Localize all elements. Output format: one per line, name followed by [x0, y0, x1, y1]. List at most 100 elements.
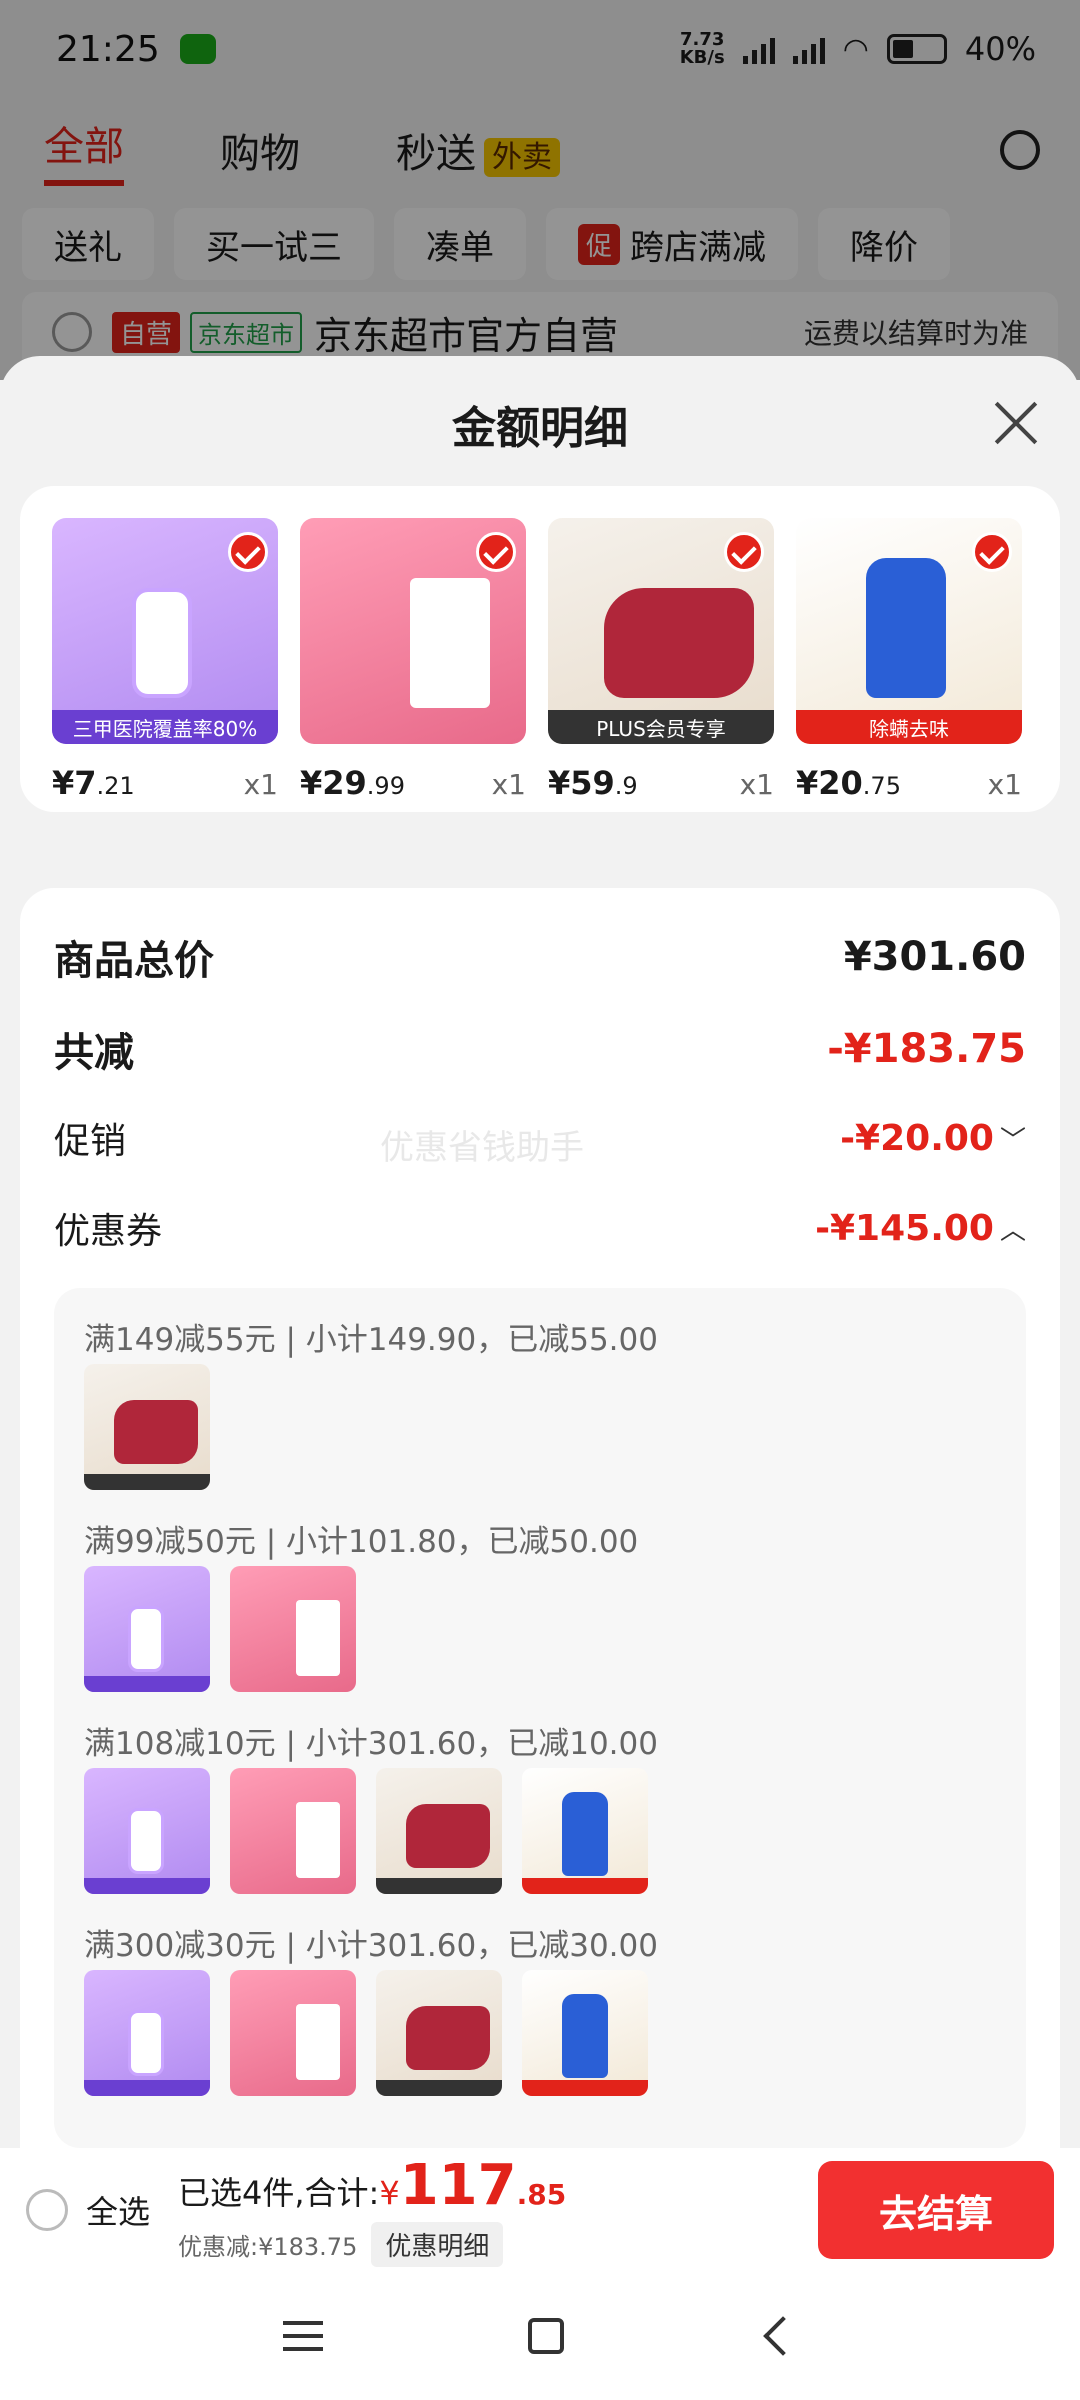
thumb-beef: [376, 1768, 502, 1894]
total-row: 商品总价 ¥301.60: [54, 928, 1026, 986]
coupon-group: 满300减30元 | 小计301.60，已减30.00: [84, 1914, 996, 2110]
coupon-breakdown: 满149减55元 | 小计149.90，已减55.00 满99减50元 | 小计…: [54, 1288, 1026, 2148]
thumb-band: [376, 2080, 502, 2096]
thumb-sanitizer: [84, 1768, 210, 1894]
thumb-band: [84, 2080, 210, 2096]
select-all-checkbox[interactable]: [26, 2189, 68, 2231]
product-price-int: ¥29: [300, 764, 367, 802]
coupon-group-items: [84, 1768, 996, 1908]
product-item[interactable]: 除螨去味 ¥20.75 x1: [796, 518, 1022, 812]
reduce-value: -¥183.75: [827, 1026, 1026, 1072]
product-price: ¥59.9: [548, 764, 638, 802]
menu-icon[interactable]: [282, 2321, 323, 2351]
product-price-dec: .75: [862, 772, 901, 800]
coupon-group-title: 满149减55元 | 小计149.90，已减55.00: [84, 1321, 658, 1358]
product-strip: 三甲医院覆盖率80% ¥7.21 x1 ¥29.99 x1 PLUS会员专享 ¥59…: [20, 486, 1060, 812]
product-item[interactable]: PLUS会员专享 ¥59.9 x1: [548, 518, 774, 812]
coupon-row[interactable]: 优惠券 -¥145.00 ︿: [54, 1202, 1026, 1254]
coupon-group: 满99减50元 | 小计101.80，已减50.00: [84, 1510, 996, 1706]
product-image: 三甲医院覆盖率80%: [52, 518, 278, 744]
total-amount-int: 117: [399, 2153, 517, 2218]
thumb-milk: [230, 1566, 356, 1692]
product-qty: x1: [987, 768, 1022, 801]
milk-graphic: [296, 1802, 340, 1878]
product-price-int: ¥7: [52, 764, 97, 802]
system-nav-bar: [0, 2272, 1080, 2400]
coupon-group: 满149减55元 | 小计149.90，已减55.00: [84, 1308, 996, 1504]
thumb-band: [522, 2080, 648, 2096]
product-band: PLUS会员专享: [548, 710, 774, 744]
bottle-graphic: [132, 588, 192, 698]
amount-detail-card: 商品总价 ¥301.60 共减 -¥183.75 优惠省钱助手 促销 -¥20.…: [20, 888, 1060, 2272]
coupon-group-title: 满300减30元 | 小计301.60，已减30.00: [84, 1927, 658, 1964]
milk-graphic: [296, 1600, 340, 1676]
product-price: ¥29.99: [300, 764, 405, 802]
product-band: 除螨去味: [796, 710, 1022, 744]
checkout-button[interactable]: 去结算: [818, 2161, 1054, 2259]
discount-detail-button[interactable]: 优惠明细: [371, 2222, 504, 2267]
reduce-row: 共减 -¥183.75: [54, 1020, 1026, 1078]
coupon-group: 满108减10元 | 小计301.60，已减10.00: [84, 1712, 996, 1908]
product-price-dec: .21: [96, 772, 135, 800]
thumb-beef: [84, 1364, 210, 1490]
coupon-group-items: [84, 1566, 996, 1706]
meat-graphic: [406, 1804, 490, 1868]
back-icon[interactable]: [763, 2316, 804, 2356]
bottle-graphic: [128, 1808, 164, 1874]
thumb-band: [84, 1676, 210, 1692]
thumb-milk: [230, 1970, 356, 2096]
checked-icon[interactable]: [476, 532, 516, 572]
checked-icon[interactable]: [972, 532, 1012, 572]
thumb-milk: [230, 1768, 356, 1894]
thumb-sanitizer: [84, 1566, 210, 1692]
coupon-group-title: 满108减10元 | 小计301.60，已减10.00: [84, 1725, 658, 1762]
bottle-graphic: [128, 2010, 164, 2076]
thumb-band: [376, 1878, 502, 1894]
overlay-dim[interactable]: [0, 0, 1080, 380]
bottle-graphic: [128, 1606, 164, 1672]
coupon-label: 优惠券: [54, 1211, 163, 1252]
product-item[interactable]: ¥29.99 x1: [300, 518, 526, 812]
chevron-up-icon: ︿: [999, 1215, 1026, 1246]
checked-icon[interactable]: [724, 532, 764, 572]
total-label: 商品总价: [54, 938, 214, 984]
total-amount-dec: .85: [516, 2178, 567, 2211]
checked-icon[interactable]: [228, 532, 268, 572]
checkout-bar: 全选 已选4件,合计: ¥ 117 .85 优惠减:¥183.75 优惠明细 去…: [0, 2148, 1080, 2272]
detergent-graphic: [562, 1792, 608, 1876]
product-band: 三甲医院覆盖率80%: [52, 710, 278, 744]
reduce-label: 共减: [54, 1030, 134, 1076]
chevron-down-icon: ﹀: [999, 1125, 1026, 1156]
selected-count: 已选4件,合计:: [178, 2174, 380, 2212]
product-price-dec: .9: [614, 772, 638, 800]
detergent-graphic: [562, 1994, 608, 2078]
promo-value: -¥20.00: [840, 1117, 994, 1159]
thumb-band: [522, 1878, 648, 1894]
detergent-graphic: [866, 558, 946, 698]
product-image: [300, 518, 526, 744]
cart-summary: 已选4件,合计: ¥ 117 .85 优惠减:¥183.75 优惠明细: [178, 2153, 566, 2267]
discount-text: 优惠减:¥183.75: [178, 2233, 358, 2261]
thumb-band: [84, 1474, 210, 1490]
milk-graphic: [410, 578, 490, 708]
product-price: ¥7.21: [52, 764, 135, 802]
product-image: PLUS会员专享: [548, 518, 774, 744]
product-item[interactable]: 三甲医院覆盖率80% ¥7.21 x1: [52, 518, 278, 812]
promo-row[interactable]: 促销 -¥20.00 ﹀: [54, 1112, 1026, 1164]
product-price: ¥20.75: [796, 764, 901, 802]
close-icon[interactable]: [992, 400, 1038, 446]
milk-graphic: [296, 2004, 340, 2080]
product-qty: x1: [739, 768, 774, 801]
home-icon[interactable]: [527, 2318, 564, 2354]
meat-graphic: [604, 588, 754, 698]
promo-label: 促销: [54, 1121, 127, 1162]
product-price-dec: .99: [366, 772, 405, 800]
coupon-value: -¥145.00: [815, 1207, 994, 1249]
sheet-title: 金额明细: [452, 403, 628, 454]
product-qty: x1: [491, 768, 526, 801]
currency-symbol: ¥: [379, 2174, 400, 2212]
select-all-label[interactable]: 全选: [86, 2187, 150, 2233]
product-price-int: ¥59: [548, 764, 615, 802]
thumb-band: [84, 1878, 210, 1894]
product-image: 除螨去味: [796, 518, 1022, 744]
